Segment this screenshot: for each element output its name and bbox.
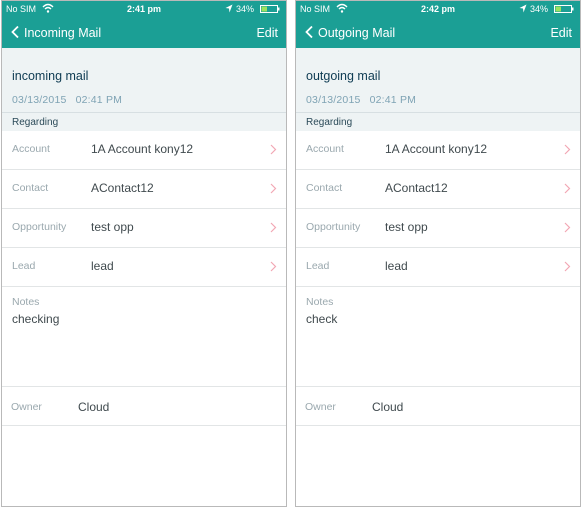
mail-time: 02:41 PM [75,94,123,106]
lead-label: Lead [306,260,330,272]
nav-title[interactable]: Incoming Mail [24,26,101,40]
mail-datetime: 03/13/2015 02:41 PM [12,94,122,106]
chevron-right-icon [270,183,277,194]
battery-percent: 34% [529,4,548,14]
opportunity-label: Opportunity [12,221,67,233]
nav-bar: Incoming Mail Edit [2,18,286,48]
chevron-right-icon [270,261,277,272]
notes-section: Notes check [296,287,580,387]
contact-row[interactable]: Contact AContact12 [2,170,286,209]
status-bar: No SIM 2:41 pm 34% [2,1,286,18]
back-chevron-icon[interactable] [10,25,20,39]
incoming-mail-screen: No SIM 2:41 pm 34% Incoming Mail Edit in… [1,0,287,507]
account-label: Account [12,143,50,155]
owner-label: Owner [11,401,42,413]
contact-label: Contact [306,182,343,194]
opportunity-value: test opp [91,220,134,234]
lead-value: lead [91,259,114,273]
status-bar: No SIM 2:42 pm 34% [296,1,580,18]
lead-value: lead [385,259,408,273]
account-value: 1A Account kony12 [91,142,194,156]
owner-row: Owner Cloud [296,387,580,426]
location-arrow-icon [225,4,233,13]
owner-value: Cloud [372,400,404,414]
owner-value: Cloud [78,400,110,414]
mail-date: 03/13/2015 [12,94,67,106]
back-chevron-icon[interactable] [304,25,314,39]
battery-icon [554,5,574,13]
contact-row[interactable]: Contact AContact12 [296,170,580,209]
mail-subject: incoming mail [12,69,89,83]
outgoing-mail-screen: No SIM 2:42 pm 34% Outgoing Mail Edit ou… [295,0,581,507]
notes-label: Notes [12,296,40,308]
mail-date: 03/13/2015 [306,94,361,106]
account-row[interactable]: Account 1A Account kony12 [296,131,580,170]
chevron-right-icon [564,222,571,233]
contact-label: Contact [12,182,49,194]
battery-icon [260,5,280,13]
mail-header: incoming mail 03/13/2015 02:41 PM [2,48,286,112]
opportunity-label: Opportunity [306,221,361,233]
lead-row[interactable]: Lead lead [296,248,580,287]
battery-percent: 34% [235,4,254,14]
section-regarding: Regarding [2,112,286,131]
chevron-right-icon [270,144,277,155]
chevron-right-icon [564,261,571,272]
notes-value: check [306,312,338,326]
edit-button[interactable]: Edit [256,26,278,40]
notes-section: Notes checking [2,287,286,387]
chevron-right-icon [564,144,571,155]
mail-time: 02:41 PM [369,94,417,106]
owner-row: Owner Cloud [2,387,286,426]
account-row[interactable]: Account 1A Account kony12 [2,131,286,170]
notes-value: checking [12,312,60,326]
chevron-right-icon [270,222,277,233]
opportunity-value: test opp [385,220,428,234]
contact-value: AContact12 [91,181,154,195]
nav-bar: Outgoing Mail Edit [296,18,580,48]
nav-title[interactable]: Outgoing Mail [318,26,395,40]
mail-subject: outgoing mail [306,69,381,83]
location-arrow-icon [519,4,527,13]
lead-label: Lead [12,260,36,272]
account-label: Account [306,143,344,155]
lead-row[interactable]: Lead lead [2,248,286,287]
mail-datetime: 03/13/2015 02:41 PM [306,94,416,106]
contact-value: AContact12 [385,181,448,195]
edit-button[interactable]: Edit [550,26,572,40]
owner-label: Owner [305,401,336,413]
chevron-right-icon [564,183,571,194]
opportunity-row[interactable]: Opportunity test opp [2,209,286,248]
account-value: 1A Account kony12 [385,142,488,156]
mail-header: outgoing mail 03/13/2015 02:41 PM [296,48,580,112]
notes-label: Notes [306,296,334,308]
section-regarding: Regarding [296,112,580,131]
opportunity-row[interactable]: Opportunity test opp [296,209,580,248]
